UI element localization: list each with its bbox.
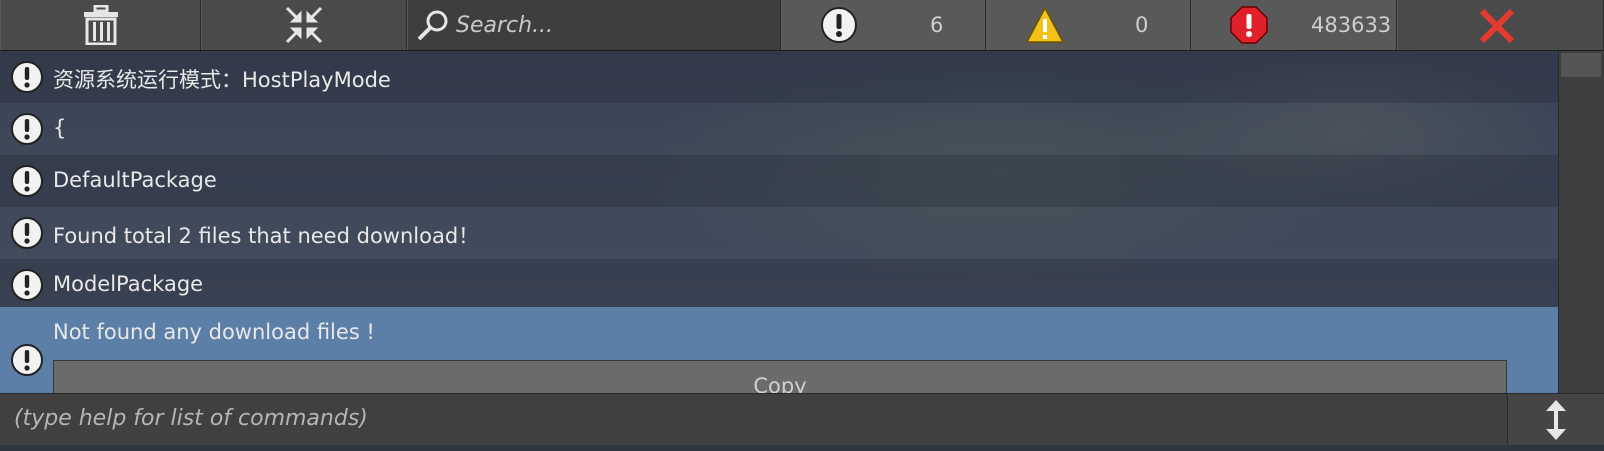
log-entry-text: 资源系统运行模式：HostPlayMode: [53, 68, 391, 92]
collapse-button[interactable]: [201, 0, 407, 50]
resize-vertical-icon: [1546, 400, 1566, 440]
console-toolbar: 6 0 483633: [0, 0, 1604, 51]
search-icon: [417, 10, 448, 41]
log-entry-text: ModelPackage: [53, 272, 204, 296]
log-list[interactable]: 资源系统运行模式：HostPlayMode { DefaultPackage F…: [0, 51, 1558, 393]
error-icon: [1230, 6, 1268, 44]
info-icon: [11, 269, 43, 301]
collapse-icon: [285, 6, 323, 44]
log-entry-text: {: [53, 116, 67, 140]
log-entry-text: Found total 2 files that need download！: [53, 224, 480, 248]
warning-count: 0: [1135, 13, 1149, 37]
log-entry[interactable]: ModelPackage: [0, 259, 1558, 311]
close-icon: [1479, 8, 1515, 44]
clear-button[interactable]: [0, 0, 201, 50]
warning-icon: [1025, 6, 1065, 43]
command-bar: [0, 393, 1604, 446]
info-icon: [11, 61, 43, 93]
scrollbar-thumb[interactable]: [1561, 53, 1601, 77]
trash-icon: [84, 5, 118, 45]
log-entry-text: DefaultPackage: [53, 168, 217, 192]
info-icon: [821, 7, 857, 43]
info-count: 6: [930, 13, 944, 37]
info-icon: [11, 113, 43, 145]
close-button[interactable]: [1397, 0, 1604, 50]
log-entry[interactable]: DefaultPackage: [0, 155, 1558, 207]
bottom-strip: [0, 445, 1604, 451]
info-icon: [11, 165, 43, 197]
error-filter-button[interactable]: 483633: [1191, 0, 1397, 50]
log-entry-text: Not found any download files !: [53, 320, 375, 344]
resize-button[interactable]: [1507, 394, 1604, 446]
command-input[interactable]: [14, 406, 368, 431]
error-count: 483633: [1311, 13, 1392, 37]
log-entry[interactable]: 资源系统运行模式：HostPlayMode: [0, 51, 1558, 103]
log-entry[interactable]: {: [0, 103, 1558, 155]
info-icon: [11, 217, 43, 249]
copy-button[interactable]: Copy: [53, 360, 1507, 393]
log-scrollbar[interactable]: [1558, 51, 1604, 393]
search-box[interactable]: [407, 0, 781, 50]
info-filter-button[interactable]: 6: [781, 0, 986, 50]
warning-filter-button[interactable]: 0: [986, 0, 1191, 50]
info-icon: [11, 344, 43, 376]
search-input[interactable]: [456, 13, 553, 38]
log-entry[interactable]: Found total 2 files that need download！: [0, 207, 1558, 259]
